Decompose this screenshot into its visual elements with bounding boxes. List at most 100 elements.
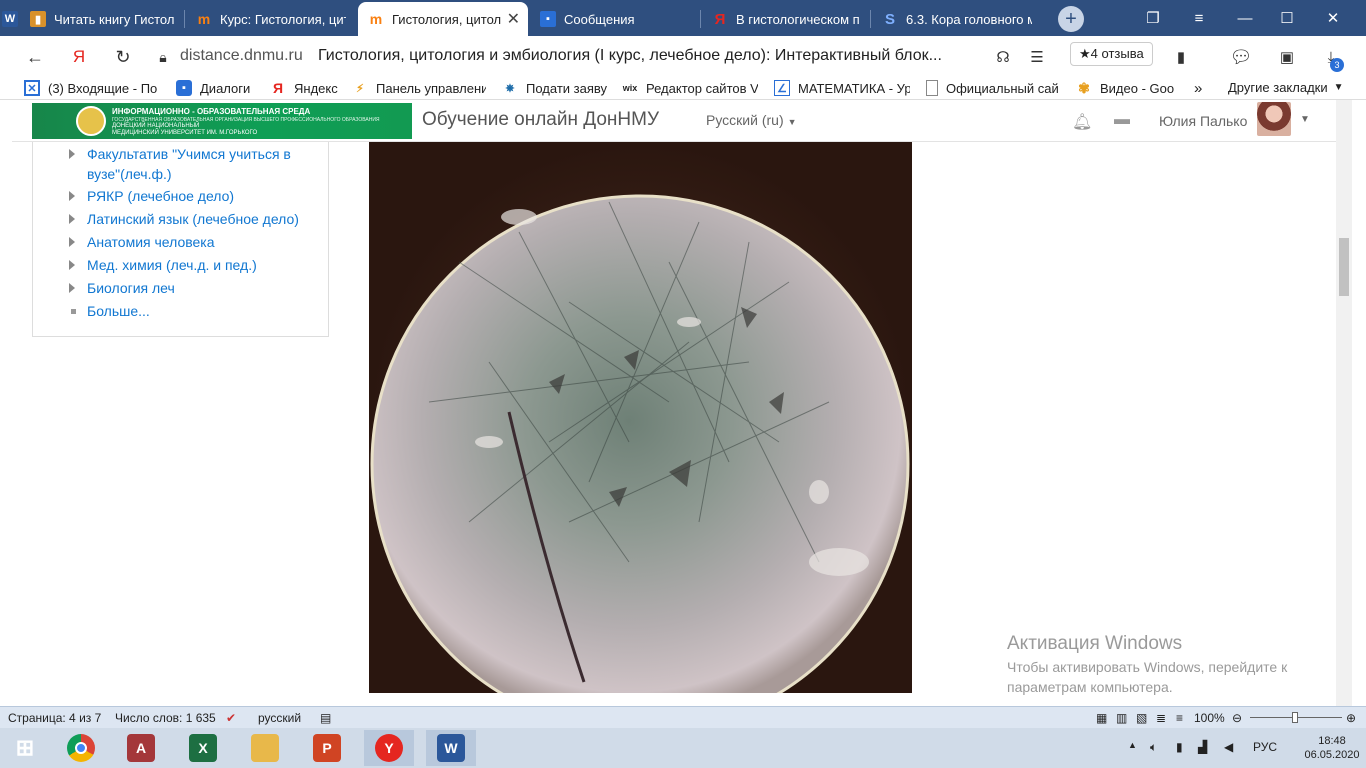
avatar[interactable]	[1257, 102, 1291, 136]
bookmark-item[interactable]: Официальный сай	[926, 80, 1062, 96]
alice-chat-icon[interactable]: 💬︎	[1228, 44, 1254, 70]
headphones-icon[interactable]: ☊	[990, 44, 1016, 70]
tab-6[interactable]: S 6.3. Кора головного м	[872, 4, 1042, 34]
network-icon[interactable]: ▟	[1198, 740, 1207, 754]
taskbar-access[interactable]: A	[116, 730, 166, 766]
word-status-bar: Страница: 4 из 7 Число слов: 1 635 ✔︎ ру…	[0, 706, 1366, 728]
taskbar-excel[interactable]: X	[178, 730, 228, 766]
bookmark-item[interactable]: ✾ Видео - Goo	[1076, 80, 1176, 96]
site-logo[interactable]: ИНФОРМАЦИОННО - ОБРАЗОВАТЕЛЬНАЯ СРЕДА ГО…	[32, 103, 412, 139]
messages-icon[interactable]: ▬	[1114, 111, 1130, 129]
input-language[interactable]: РУС	[1253, 740, 1277, 754]
zoom-out-icon[interactable]: ⊖	[1232, 711, 1242, 725]
logo-line: МЕДИЦИНСКИЙ УНИВЕРСИТЕТ ИМ. М.ГОРЬКОГО	[112, 130, 258, 136]
more-courses-link[interactable]: Больше...	[33, 301, 328, 321]
zoom-in-icon[interactable]: ⊕	[1346, 711, 1356, 725]
zoom-slider-thumb[interactable]	[1292, 712, 1298, 723]
user-name[interactable]: Юлия Палько	[1159, 113, 1247, 129]
reader-icon[interactable]: ☰	[1024, 44, 1050, 70]
clock[interactable]: 18:48 06.05.2020	[1302, 734, 1362, 762]
tab-4[interactable]: ▪ Сообщения	[530, 4, 700, 34]
emblem-icon: ✵	[505, 82, 515, 95]
print-layout-icon[interactable]: ▦	[1096, 711, 1107, 725]
zoom-level[interactable]: 100%	[1194, 711, 1225, 725]
macro-icon[interactable]: ▤	[320, 711, 331, 725]
yandex-home-icon[interactable]: Я	[66, 44, 92, 70]
menu-icon[interactable]: ≡	[1176, 0, 1222, 36]
bookmark-item[interactable]: Я Яндекс	[270, 80, 340, 96]
course-label: Больше...	[87, 303, 150, 319]
web-layout-icon[interactable]: ▧	[1136, 711, 1147, 725]
site-header: ИНФОРМАЦИОННО - ОБРАЗОВАТЕЛЬНАЯ СРЕДА ГО…	[12, 100, 1336, 142]
taskbar-yandex-browser[interactable]: Y	[364, 730, 414, 766]
taskbar-chrome[interactable]	[56, 730, 106, 766]
scrollbar-thumb[interactable]	[1339, 238, 1349, 296]
back-icon[interactable]: ←	[22, 44, 48, 70]
bookmark-item[interactable]: ⚡︎ Панель управлени	[352, 80, 486, 96]
taskbar-word[interactable]: W	[426, 730, 476, 766]
bookmark-item[interactable]: wix Редактор сайтов V	[622, 80, 758, 96]
tab-2[interactable]: m Курс: Гистология, цит	[186, 4, 356, 34]
course-item[interactable]: Латинский язык (лечебное дело)	[33, 209, 328, 229]
expand-arrow-icon	[69, 191, 75, 201]
maximize-icon[interactable]: ☐	[1264, 0, 1310, 36]
draft-icon[interactable]: ≡	[1176, 711, 1183, 725]
language-selector[interactable]: Русский (ru) ▼	[706, 112, 797, 128]
yandex-icon: Я	[272, 80, 284, 96]
battery-icon[interactable]: ▮	[1176, 740, 1183, 754]
tab-title: Гистология, цитол	[392, 11, 502, 27]
microscope-image	[369, 142, 912, 693]
new-tab-button[interactable]: +	[1058, 6, 1084, 32]
logo-line: ДОНЕЦКИЙ НАЦИОНАЛЬНЫЙ	[112, 123, 200, 129]
vertical-scrollbar[interactable]	[1336, 100, 1352, 706]
bookmark-item[interactable]: ▪ Диалоги	[176, 80, 256, 96]
close-tab-icon[interactable]: ✕	[507, 9, 520, 29]
course-item[interactable]: Мед. химия (леч.д. и пед.)	[33, 255, 328, 275]
tray-chevron-icon[interactable]: ▲	[1128, 740, 1137, 750]
bookmark-icon[interactable]: ▮	[1168, 44, 1194, 70]
word-count[interactable]: Число слов: 1 635	[115, 711, 216, 725]
start-button[interactable]: ⊞	[0, 730, 50, 766]
reviews-button[interactable]: ★4 отзыва	[1070, 42, 1153, 66]
tab-manager-icon[interactable]: ❐	[1130, 0, 1176, 36]
wix-icon: wix	[622, 83, 638, 93]
lock-icon[interactable]: 🔒︎	[150, 44, 176, 70]
collections-icon[interactable]: ▣	[1274, 44, 1300, 70]
yandex-icon: Y	[375, 734, 403, 762]
other-bookmarks[interactable]: Другие закладки ▼	[1228, 80, 1344, 95]
tab-5[interactable]: Я В гистологическом пр	[702, 4, 870, 34]
clock-time: 18:48	[1318, 735, 1346, 747]
course-item[interactable]: Биология леч	[33, 278, 328, 298]
outline-icon[interactable]: ≣	[1156, 711, 1166, 725]
course-item[interactable]: Факультатив "Учимся учиться в вузе"(леч.ф…	[33, 144, 328, 184]
reading-layout-icon[interactable]: ▥	[1116, 711, 1127, 725]
user-menu-chevron-icon[interactable]: ▼	[1300, 114, 1310, 125]
bookmark-item[interactable]: ✵ Подати заяву	[502, 80, 612, 96]
minimize-icon[interactable]: —	[1222, 0, 1268, 36]
volume-icon[interactable]: 🔈︎	[1150, 740, 1157, 755]
reload-icon[interactable]: ↻	[110, 44, 136, 70]
tab-1[interactable]: ▮ Читать книгу Гистоло	[20, 4, 184, 34]
url-page-title[interactable]: Гистология, цитология и эмбиология (I ку…	[318, 47, 958, 65]
url-domain[interactable]: distance.dnmu.ru	[180, 47, 303, 65]
course-item[interactable]: РЯКР (лечебное дело)	[33, 186, 328, 206]
course-label: Факультатив "Учимся учиться в вузе"(леч.ф…	[87, 144, 291, 184]
more-bookmarks-icon[interactable]: »	[1194, 80, 1214, 97]
site-title[interactable]: Обучение онлайн ДонНМУ	[422, 109, 659, 131]
course-item[interactable]: Анатомия человека	[33, 232, 328, 252]
course-label-line: вузе"(леч.ф.)	[87, 166, 172, 182]
book-icon: ▮	[30, 11, 46, 27]
document-language[interactable]: русский	[258, 711, 301, 725]
bookmark-item[interactable]: ✕ (3) Входящие - По	[24, 80, 160, 96]
taskbar-explorer[interactable]	[240, 730, 290, 766]
notifications-icon[interactable]: 🔔︎	[1072, 112, 1092, 132]
folder-icon	[251, 734, 279, 762]
expand-arrow-icon	[69, 237, 75, 247]
bookmark-item[interactable]: ∠ МАТЕМАТИКА - Ур	[774, 80, 910, 96]
taskbar-powerpoint[interactable]: P	[302, 730, 352, 766]
tab-3-active[interactable]: m Гистология, цитол ✕	[358, 2, 528, 36]
page-count[interactable]: Страница: 4 из 7	[8, 711, 101, 725]
speaker-icon[interactable]: ◀︎	[1224, 740, 1233, 754]
window-close-icon[interactable]: ✕	[1310, 0, 1356, 36]
spellcheck-icon[interactable]: ✔︎	[226, 711, 236, 725]
